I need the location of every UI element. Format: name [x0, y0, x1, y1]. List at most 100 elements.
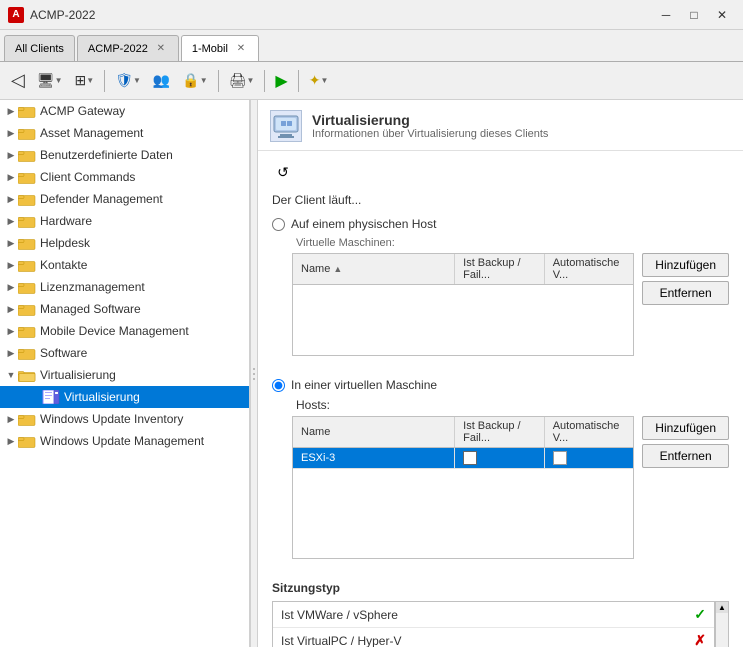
- back-button[interactable]: ◁: [6, 66, 30, 95]
- remove-hosts-button[interactable]: Entfernen: [642, 444, 729, 468]
- hosts-cell-name: ESXi-3: [293, 448, 455, 468]
- sitzungstyp-table-wrapper: Ist VMWare / vSphere ✓ Ist VirtualPC / H…: [272, 601, 729, 647]
- sidebar-item-virtualisierung-sub[interactable]: Virtualisierung: [0, 386, 249, 408]
- sidebar-item-label: Mobile Device Management: [40, 324, 189, 338]
- title-bar: A ACMP-2022 ─ □ ✕: [0, 0, 743, 30]
- hosts-section: Hosts: Name Ist Backup / Fail... Automat…: [278, 398, 729, 569]
- toggle-arrow: ▼: [4, 370, 18, 380]
- scroll-up-button[interactable]: ▲: [716, 602, 728, 613]
- refresh-button[interactable]: ↺: [272, 161, 294, 183]
- maximize-button[interactable]: □: [681, 5, 707, 25]
- toolbar-sep-4: [298, 70, 299, 92]
- folder-icon: [18, 434, 36, 448]
- sidebar-item-kontakte[interactable]: ▶ Kontakte: [0, 254, 249, 276]
- toggle-arrow: ▶: [4, 304, 18, 315]
- printer-button[interactable]: 🖨▼: [224, 68, 260, 93]
- sidebar-item-helpdesk[interactable]: ▶ Helpdesk: [0, 232, 249, 254]
- sidebar-item-virtualisierung[interactable]: ▼ Virtualisierung: [0, 364, 249, 386]
- sidebar-item-label: Virtualisierung: [40, 368, 116, 382]
- sidebar-item-client-commands[interactable]: ▶ Client Commands: [0, 166, 249, 188]
- folder-icon: [18, 104, 36, 118]
- virtuelle-maschinen-label: Virtuelle Maschinen:: [296, 237, 729, 249]
- toggle-arrow: ▶: [4, 150, 18, 161]
- play-button[interactable]: ▶: [270, 67, 292, 95]
- toggle-arrow: ▶: [4, 194, 18, 205]
- sidebar-item-windows-update-management[interactable]: ▶ Windows Update Management: [0, 430, 249, 452]
- sitzungstyp-scrollbar: ▲ ▼: [715, 601, 729, 647]
- sitzungstyp-row-vmware[interactable]: Ist VMWare / vSphere ✓: [273, 602, 714, 628]
- radio-virtual-input[interactable]: [272, 379, 285, 392]
- remove-virtuelle-button[interactable]: Entfernen: [642, 281, 729, 305]
- toggle-arrow: ▶: [4, 172, 18, 183]
- radio-physical-input[interactable]: [272, 218, 285, 231]
- tab-close-1-mobil[interactable]: ✕: [234, 42, 248, 56]
- sidebar-item-benutzerdefinierte-daten[interactable]: ▶ Benutzerdefinierte Daten: [0, 144, 249, 166]
- close-button[interactable]: ✕: [709, 5, 735, 25]
- sidebar-item-software[interactable]: ▶ Software: [0, 342, 249, 364]
- sitzungstyp-row-virtualpc[interactable]: Ist VirtualPC / Hyper-V ✗: [273, 628, 714, 647]
- lock-button[interactable]: 🔒▼: [177, 68, 212, 93]
- app-icon: A: [8, 7, 24, 23]
- virtuelle-maschinen-rows: [293, 285, 633, 355]
- hosts-col-name: Name: [293, 417, 455, 447]
- sidebar-item-windows-update-inventory[interactable]: ▶ Windows Update Inventory: [0, 408, 249, 430]
- sidebar-item-label: Kontakte: [40, 258, 87, 272]
- star-button[interactable]: ✦▼: [304, 68, 334, 93]
- radio-virtual[interactable]: In einer virtuellen Maschine: [272, 378, 729, 392]
- virtuelle-maschinen-buttons: Hinzufügen Entfernen: [642, 253, 729, 305]
- checkbox-automatische[interactable]: [553, 451, 567, 465]
- radio-physical[interactable]: Auf einem physischen Host: [272, 217, 729, 231]
- splitter[interactable]: [250, 100, 258, 647]
- sidebar-item-label: Windows Update Inventory: [40, 412, 183, 426]
- col-name: Name ▲: [293, 254, 455, 284]
- folder-icon: [18, 280, 36, 294]
- toolbar-sep-1: [104, 70, 105, 92]
- grid-button[interactable]: ⊞▼: [70, 68, 100, 93]
- folder-icon: [18, 302, 36, 316]
- sidebar-item-defender-management[interactable]: ▶ Defender Management: [0, 188, 249, 210]
- sidebar-item-label: Managed Software: [40, 302, 141, 316]
- sitzungstyp-label: Sitzungstyp: [272, 581, 729, 595]
- agents-button[interactable]: 👥: [148, 68, 175, 93]
- hosts-table-area: Name Ist Backup / Fail... Automatische V…: [278, 416, 729, 569]
- folder-icon: [18, 214, 36, 228]
- sidebar-item-asset-management[interactable]: ▶ Asset Management: [0, 122, 249, 144]
- sidebar-item-acmp-gateway[interactable]: ▶ ACMP Gateway: [0, 100, 249, 122]
- sort-arrow: ▲: [333, 264, 342, 274]
- radio-virtual-label: In einer virtuellen Maschine: [291, 378, 437, 392]
- sidebar-item-hardware[interactable]: ▶ Hardware: [0, 210, 249, 232]
- check-green-icon: ✓: [694, 606, 706, 623]
- sidebar-item-label: Asset Management: [40, 126, 143, 140]
- virtuelle-maschinen-table-area: Name ▲ Ist Backup / Fail... Automatische…: [278, 253, 729, 366]
- virtuelle-maschinen-section: Virtuelle Maschinen: Name ▲ Ist Backup /…: [278, 237, 729, 366]
- virtualisierung-icon: [272, 112, 300, 140]
- hosts-table: Name Ist Backup / Fail... Automatische V…: [292, 416, 634, 559]
- toggle-arrow: ▶: [4, 238, 18, 249]
- folder-icon: [18, 170, 36, 184]
- sidebar-item-label: Client Commands: [40, 170, 135, 184]
- tab-close-acmp-2022[interactable]: ✕: [154, 42, 168, 56]
- hosts-row-esxi3[interactable]: ESXi-3 ✓: [293, 448, 633, 469]
- table-header: Name ▲ Ist Backup / Fail... Automatische…: [293, 254, 633, 285]
- shield-button[interactable]: 🛡▼: [110, 68, 146, 93]
- sidebar-item-label: Helpdesk: [40, 236, 90, 250]
- toggle-arrow: ▶: [4, 414, 18, 425]
- tab-1-mobil[interactable]: 1-Mobil ✕: [181, 35, 259, 61]
- tab-acmp-2022[interactable]: ACMP-2022 ✕: [77, 35, 179, 61]
- app-title: ACMP-2022: [30, 8, 653, 22]
- add-virtuelle-button[interactable]: Hinzufügen: [642, 253, 729, 277]
- pc-button[interactable]: 🖥▼: [32, 68, 68, 93]
- sidebar-item-label: ACMP Gateway: [40, 104, 125, 118]
- sidebar-item-label: Hardware: [40, 214, 92, 228]
- sidebar-item-mobile-device-management[interactable]: ▶ Mobile Device Management: [0, 320, 249, 342]
- checkbox-ist-backup[interactable]: ✓: [463, 451, 477, 465]
- sidebar-item-lizenzmanagement[interactable]: ▶ Lizenzmanagement: [0, 276, 249, 298]
- sitzungstyp-name: Ist VMWare / vSphere: [281, 608, 694, 622]
- tab-all-clients[interactable]: All Clients: [4, 35, 75, 61]
- scroll-track: [716, 613, 728, 647]
- sidebar-item-managed-software[interactable]: ▶ Managed Software: [0, 298, 249, 320]
- toggle-arrow: ▶: [4, 282, 18, 293]
- minimize-button[interactable]: ─: [653, 5, 679, 25]
- add-hosts-button[interactable]: Hinzufügen: [642, 416, 729, 440]
- sidebar: ▶ ACMP Gateway ▶ Asset Management ▶ Benu…: [0, 100, 250, 647]
